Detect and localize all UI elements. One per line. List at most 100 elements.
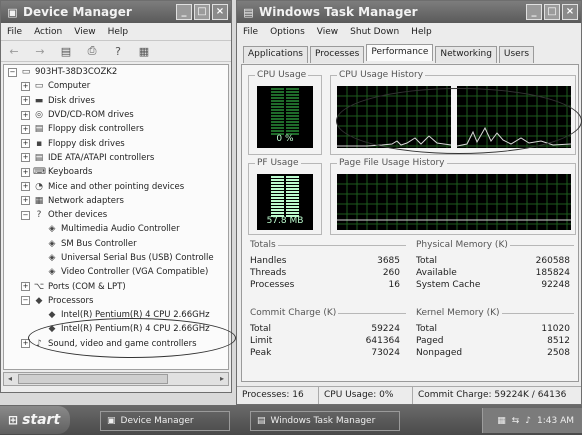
tree-expander-icon[interactable]: −: [8, 67, 17, 77]
scrollbar-thumb[interactable]: [18, 374, 168, 384]
tree-expander-icon[interactable]: +: [21, 153, 30, 163]
meter-segment: [271, 130, 284, 132]
menu-options[interactable]: Options: [270, 27, 305, 37]
print-icon[interactable]: ⎙: [84, 44, 100, 58]
properties-icon[interactable]: ▦: [136, 45, 152, 58]
tree-node[interactable]: + ⌥ Ports (COM & LPT): [4, 279, 228, 293]
tree-node[interactable]: − ◆ Processors: [4, 294, 228, 308]
task-manager-tray-icon[interactable]: ▦: [497, 416, 506, 426]
network-tray-icon[interactable]: ⇆: [512, 416, 520, 426]
tree-node[interactable]: ◈ Multimedia Audio Controller: [4, 222, 228, 236]
horizontal-scrollbar[interactable]: ◂ ▸: [3, 372, 229, 386]
tree-node[interactable]: + ▪ Floppy disk drives: [4, 136, 228, 150]
device-manager-titlebar[interactable]: ▣ Device Manager _ □ ×: [1, 1, 231, 23]
task-manager-icon: ▤: [243, 5, 254, 19]
tree-node[interactable]: + ▤ IDE ATA/ATAPI controllers: [4, 151, 228, 165]
tree-expander-icon[interactable]: +: [21, 282, 30, 292]
minimize-button[interactable]: _: [526, 4, 542, 20]
tree-node[interactable]: + ♪ Sound, video and game controllers: [4, 337, 228, 351]
tree-node[interactable]: + ◎ DVD/CD-ROM drives: [4, 108, 228, 122]
cpu-usage-label: CPU Usage: [255, 70, 309, 80]
volume-tray-icon[interactable]: ♪: [525, 416, 531, 426]
tree-expander-icon[interactable]: +: [21, 139, 30, 149]
help-icon[interactable]: ?: [110, 45, 126, 58]
menu-help[interactable]: Help: [411, 27, 432, 37]
tree-expander-icon[interactable]: +: [21, 124, 30, 134]
meter-segment: [271, 206, 284, 208]
taskbar-item-device-manager[interactable]: ▣ Device Manager: [100, 411, 230, 431]
forward-arrow-icon[interactable]: →: [32, 45, 48, 58]
tree-expander-icon[interactable]: −: [21, 296, 30, 306]
tree-expander-icon[interactable]: +: [21, 110, 30, 120]
meter-segment: [286, 206, 299, 208]
tree-node[interactable]: ◈ SM Bus Controller: [4, 237, 228, 251]
tab-networking[interactable]: Networking: [435, 46, 497, 63]
tree-node[interactable]: ◆ Intel(R) Pentium(R) 4 CPU 2.66GHz: [4, 308, 228, 322]
task-manager-task-icon: ▤: [257, 416, 266, 426]
tree-node[interactable]: −? Other devices: [4, 208, 228, 222]
menu-help[interactable]: Help: [108, 27, 129, 37]
tree-expander-icon[interactable]: +: [21, 196, 30, 206]
commit-limit-value: 641364: [365, 336, 400, 346]
meter-segment: [271, 194, 284, 196]
device-manager-window: ▣ Device Manager _ □ × File Action View …: [0, 0, 232, 393]
menu-action[interactable]: Action: [34, 27, 62, 37]
tree-node-label: IDE ATA/ATAPI controllers: [48, 152, 155, 163]
minimize-button[interactable]: _: [176, 4, 192, 20]
status-processes: Processes: 16: [237, 387, 319, 404]
tree-node[interactable]: + ◔ Mice and other pointing devices: [4, 179, 228, 193]
back-arrow-icon[interactable]: ←: [6, 45, 22, 58]
clock: 1:43 AM: [537, 415, 574, 426]
tree-expander-icon[interactable]: +: [21, 96, 30, 106]
close-button[interactable]: ×: [212, 4, 228, 20]
physical-memory-row: System Cache 92248: [416, 280, 570, 292]
task-manager-window: ▤ Windows Task Manager _ □ × File Option…: [236, 0, 582, 405]
tree-node[interactable]: ◆ Intel(R) Pentium(R) 4 CPU 2.66GHz: [4, 322, 228, 336]
tab-performance[interactable]: Performance: [366, 44, 434, 61]
tree-expander-icon[interactable]: +: [21, 81, 30, 91]
taskbar-item-task-manager[interactable]: ▤ Windows Task Manager: [250, 411, 400, 431]
menu-file[interactable]: File: [7, 27, 22, 37]
menu-view[interactable]: View: [74, 27, 95, 37]
task-manager-titlebar[interactable]: ▤ Windows Task Manager _ □ ×: [237, 1, 581, 23]
tree-expander-icon[interactable]: +: [21, 167, 30, 177]
commit-charge-table: Total 59224 Limit 641364 Peak 73024: [250, 324, 400, 360]
tree-node[interactable]: − ▭ 903HT-38D3COZK2: [4, 65, 228, 79]
tree-node[interactable]: + ▭ Computer: [4, 79, 228, 93]
tab-applications[interactable]: Applications: [243, 46, 308, 63]
tree-node[interactable]: + ▤ Floppy disk controllers: [4, 122, 228, 136]
disk-icon: ▬: [34, 95, 44, 106]
tree-node[interactable]: + ▦ Network adapters: [4, 194, 228, 208]
tree-expander-icon[interactable]: +: [21, 339, 30, 349]
tree-node[interactable]: + ▬ Disk drives: [4, 94, 228, 108]
computer-icon: ▭: [21, 67, 31, 78]
tree-node-label: Mice and other pointing devices: [48, 181, 185, 192]
tab-processes[interactable]: Processes: [309, 46, 365, 63]
cpu-usage-meter: 0 %: [257, 86, 313, 148]
tree-node[interactable]: ◈ Video Controller (VGA Compatible): [4, 265, 228, 279]
physical-memory-table: Total 260588 Available 185824 System Cache…: [416, 256, 570, 292]
tree-node[interactable]: ◈ Universal Serial Bus (USB) Controlle: [4, 251, 228, 265]
physical-total-label: Total: [416, 256, 438, 266]
meter-segment: [286, 212, 299, 214]
menu-file[interactable]: File: [243, 27, 258, 37]
tab-users[interactable]: Users: [498, 46, 535, 63]
tree-node-label: Intel(R) Pentium(R) 4 CPU 2.66GHz: [61, 324, 210, 335]
maximize-button[interactable]: □: [194, 4, 210, 20]
view-icon[interactable]: ▤: [58, 45, 74, 58]
kernel-memory-group: Kernel Memory (K) Total 11020 Paged 8512 N…: [414, 308, 574, 367]
mouse-icon: ◔: [35, 181, 43, 192]
tree-node[interactable]: + ⌨ Keyboards: [4, 165, 228, 179]
menu-view[interactable]: View: [317, 27, 338, 37]
start-button[interactable]: ⊞ start: [0, 406, 70, 434]
scroll-right-icon[interactable]: ▸: [216, 373, 228, 385]
sound-icon: ♪: [36, 338, 42, 349]
device-tree[interactable]: − ▭ 903HT-38D3COZK2 + ▭ Computer + ▬ Disk drives…: [3, 64, 229, 370]
close-button[interactable]: ×: [562, 4, 578, 20]
tree-expander-icon[interactable]: −: [21, 210, 30, 220]
tree-expander-icon[interactable]: +: [21, 182, 30, 192]
processor-icon: ◆: [35, 295, 43, 306]
maximize-button[interactable]: □: [544, 4, 560, 20]
scroll-left-icon[interactable]: ◂: [4, 373, 16, 385]
menu-shut-down[interactable]: Shut Down: [350, 27, 399, 37]
